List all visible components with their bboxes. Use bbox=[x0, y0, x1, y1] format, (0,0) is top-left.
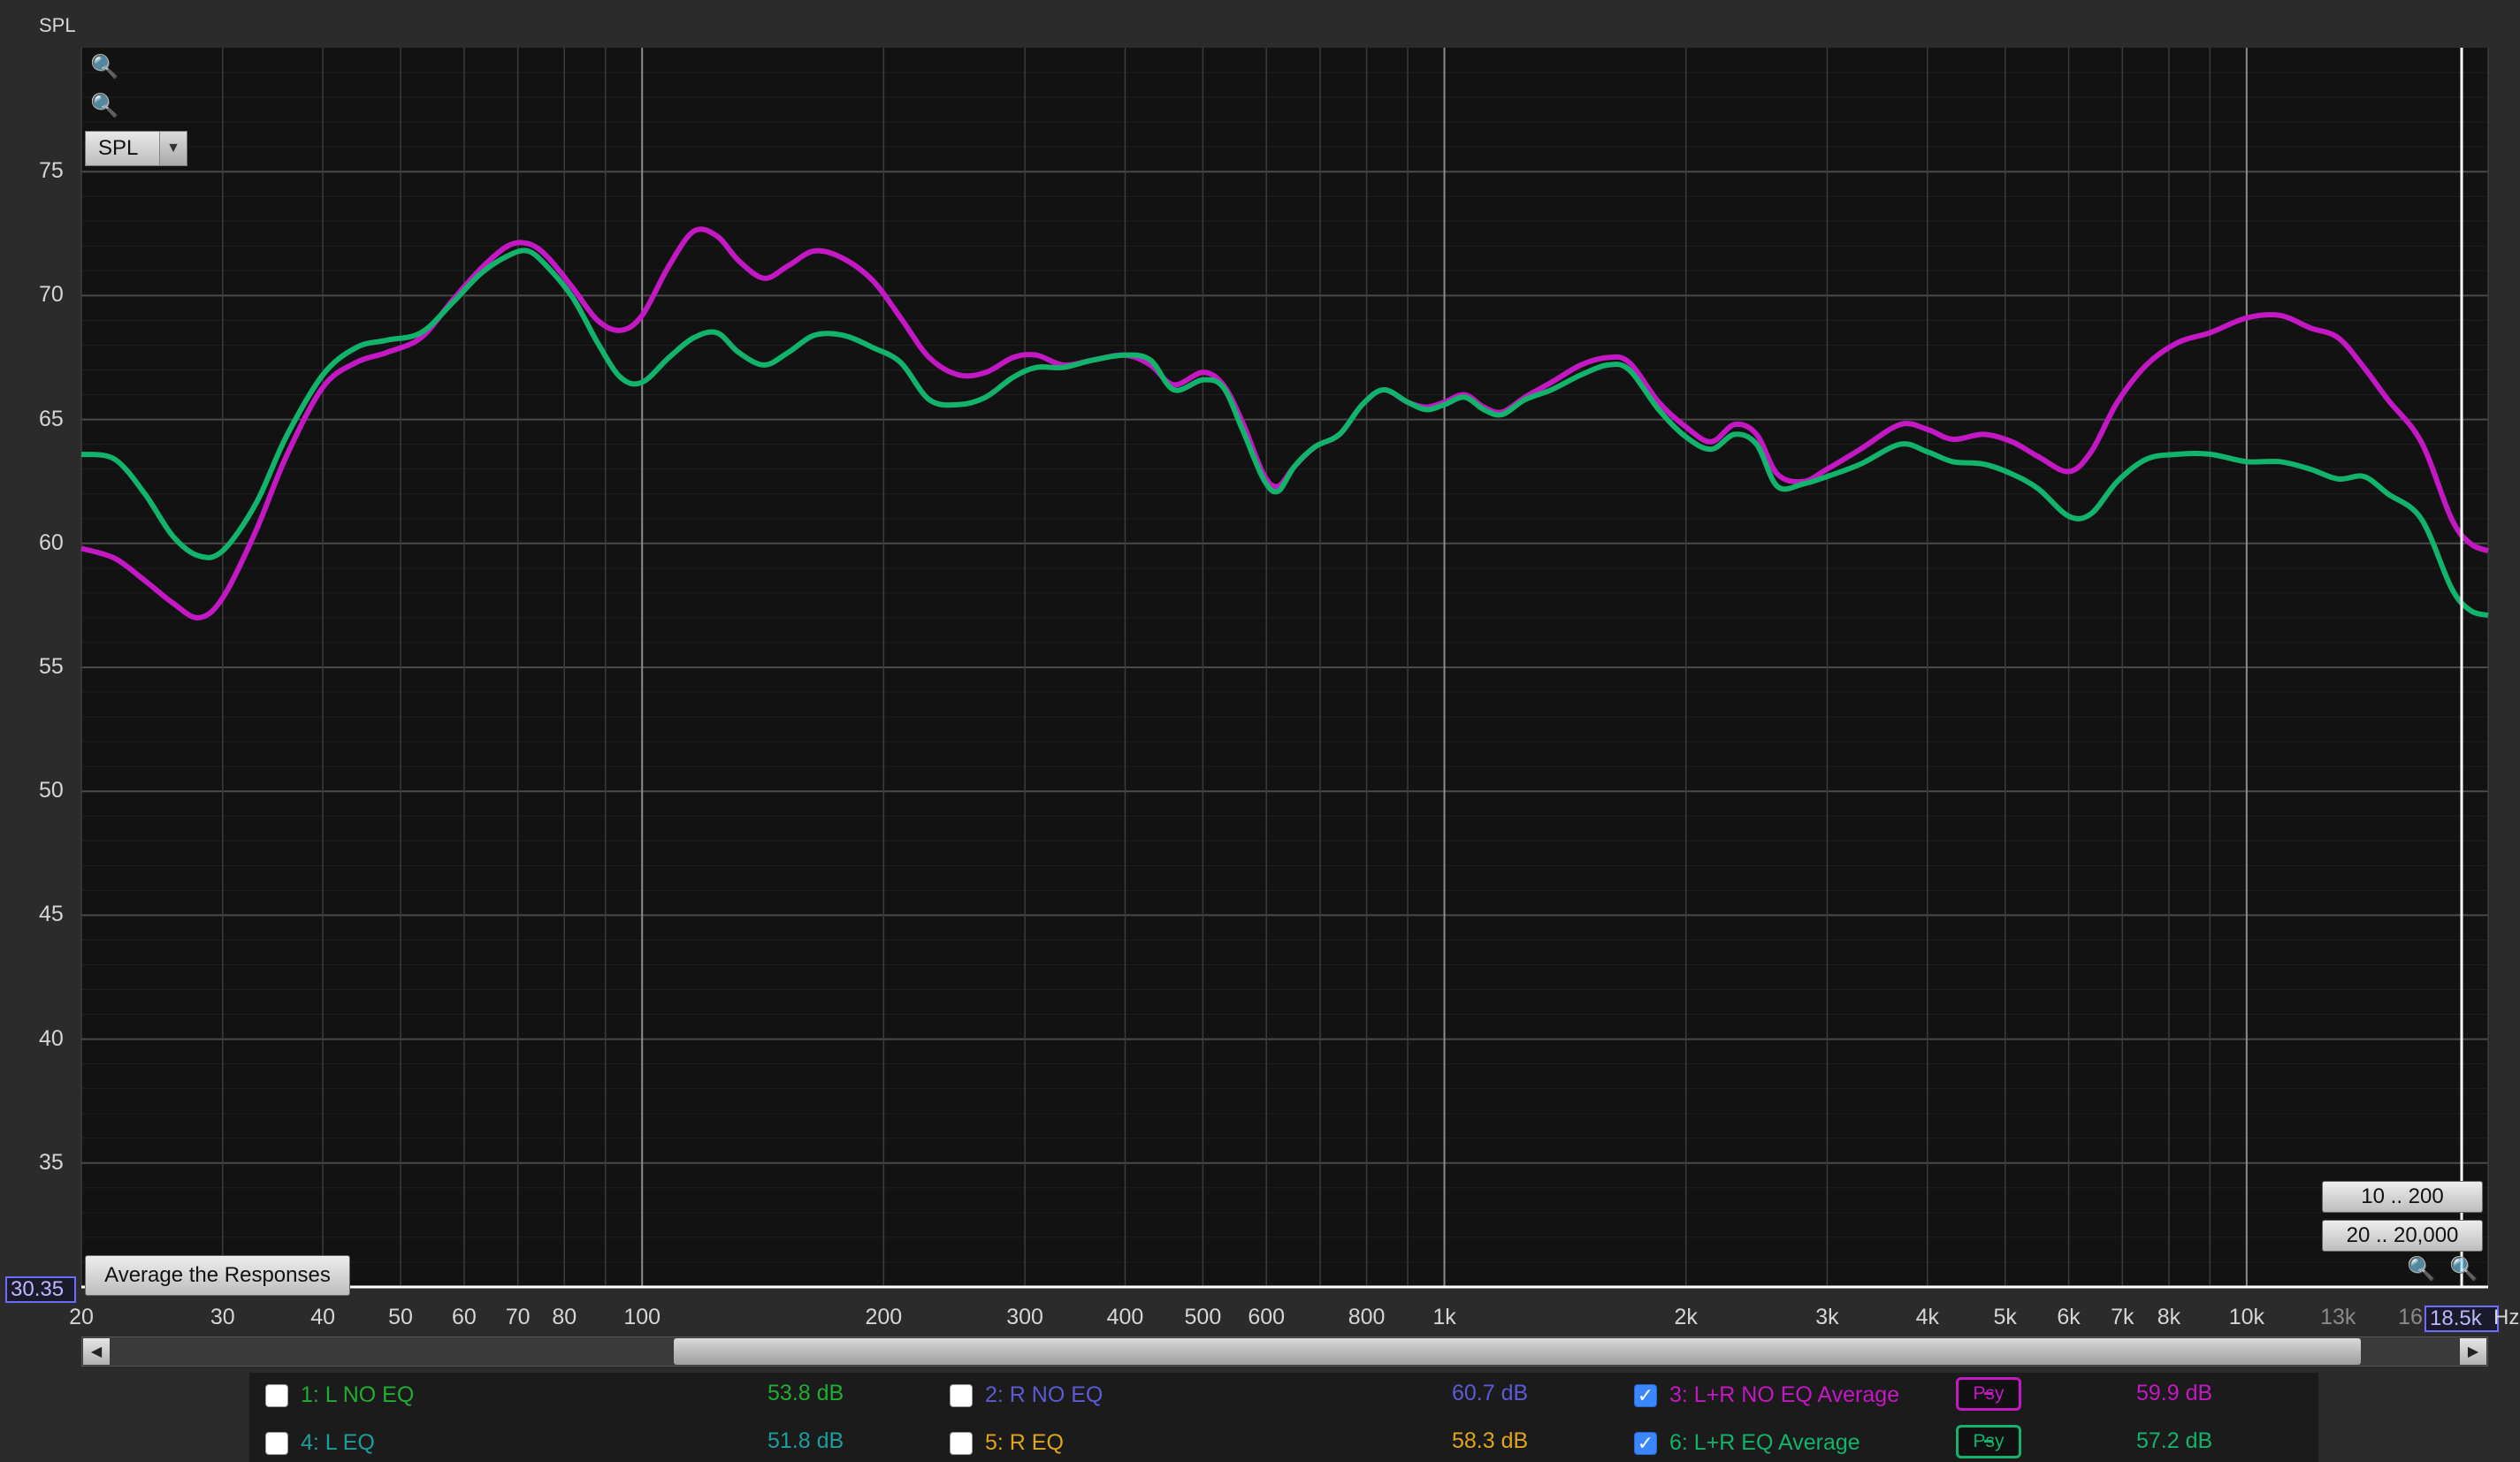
x-zoom-in-icon[interactable]: 🔍 bbox=[2407, 1255, 2435, 1282]
legend-item-4[interactable]: 4: L EQ bbox=[265, 1430, 375, 1456]
y-tick-label: 75 bbox=[39, 158, 64, 184]
select-value: SPL bbox=[98, 136, 139, 160]
x-tick-label: 13k bbox=[2320, 1305, 2356, 1329]
y-tick-label: 55 bbox=[39, 654, 64, 679]
x-tick-label: 2k bbox=[1674, 1305, 1698, 1329]
x-tick-label: 20 bbox=[69, 1305, 94, 1329]
x-tick-label: 10k bbox=[2228, 1305, 2265, 1329]
range-20-20000-button[interactable]: 20 .. 20,000 bbox=[2322, 1220, 2483, 1252]
legend-checkbox-1[interactable] bbox=[265, 1383, 288, 1407]
zoom-in-icon[interactable]: 🔍 bbox=[90, 53, 118, 80]
legend-value: 58.3 dB bbox=[1452, 1428, 1529, 1453]
frequency-response-chart[interactable] bbox=[0, 0, 2520, 1462]
x-tick-label: 6k bbox=[2057, 1305, 2081, 1329]
x-tick-label: 16 bbox=[2398, 1305, 2423, 1329]
legend-value: 59.9 dB bbox=[2136, 1381, 2213, 1405]
y-tick-label: 40 bbox=[39, 1025, 64, 1051]
x-tick-label: 3k bbox=[1815, 1305, 1839, 1329]
x-tick-label: 400 bbox=[1106, 1305, 1144, 1329]
x-axis-unit: Hz bbox=[2493, 1306, 2520, 1329]
x-tick-label: 5k bbox=[1993, 1305, 2017, 1329]
x-tick-label: 4k bbox=[1915, 1305, 1939, 1329]
chevron-down-icon: ▼ bbox=[159, 132, 187, 165]
y-tick-label: 65 bbox=[39, 406, 64, 431]
scroll-left-icon[interactable]: ◀ bbox=[83, 1338, 110, 1365]
legend-value: 57.2 dB bbox=[2136, 1428, 2213, 1453]
y-tick-label: 60 bbox=[39, 529, 64, 555]
y-tick-label: 35 bbox=[39, 1149, 64, 1175]
zoom-out-icon[interactable]: 🔍 bbox=[90, 92, 118, 118]
x-tick-label: 70 bbox=[505, 1305, 531, 1329]
legend-item-1[interactable]: 1: L NO EQ bbox=[265, 1382, 414, 1408]
x-tick-label: 50 bbox=[388, 1305, 413, 1329]
cursor-y-readout[interactable]: 30.35 bbox=[5, 1276, 76, 1303]
legend-value: 53.8 dB bbox=[767, 1381, 844, 1405]
legend-item-5[interactable]: 5: R EQ bbox=[950, 1430, 1064, 1456]
x-tick-label: 7k bbox=[2111, 1305, 2134, 1329]
legend-label: 5: R EQ bbox=[985, 1430, 1064, 1455]
legend-label: 1: L NO EQ bbox=[301, 1382, 415, 1407]
scrollbar-thumb[interactable] bbox=[674, 1338, 2361, 1365]
x-tick-label: 100 bbox=[623, 1305, 661, 1329]
legend-value: 60.7 dB bbox=[1452, 1381, 1529, 1405]
y-tick-label: 70 bbox=[39, 282, 64, 308]
x-tick-label: 500 bbox=[1184, 1305, 1222, 1329]
legend-checkbox-2[interactable] bbox=[950, 1383, 973, 1407]
measurement-type-select[interactable]: SPL ▼ bbox=[85, 131, 187, 166]
x-tick-label: 60 bbox=[452, 1305, 477, 1329]
x-zoom-out-icon[interactable]: 🔍 bbox=[2449, 1255, 2478, 1282]
legend-value: 51.8 dB bbox=[767, 1428, 844, 1453]
legend-item-2[interactable]: 2: R NO EQ bbox=[950, 1382, 1103, 1408]
average-responses-button[interactable]: Average the Responses bbox=[85, 1255, 350, 1296]
x-tick-label: 800 bbox=[1348, 1305, 1386, 1329]
x-tick-label: 200 bbox=[865, 1305, 903, 1329]
y-tick-label: 45 bbox=[39, 902, 64, 927]
x-tick-label: 80 bbox=[552, 1305, 577, 1329]
smoothing-button-6[interactable]: Psy bbox=[1956, 1425, 2021, 1458]
legend-item-3[interactable]: ✓ 3: L+R NO EQ Average bbox=[1634, 1382, 1899, 1408]
x-tick-label: 1k bbox=[1432, 1305, 1456, 1329]
legend-label: 2: R NO EQ bbox=[985, 1382, 1103, 1407]
legend-label: 6: L+R EQ Average bbox=[1669, 1430, 1860, 1455]
y-axis-title: SPL bbox=[39, 14, 76, 36]
scroll-right-icon[interactable]: ▶ bbox=[2460, 1338, 2486, 1365]
range-10-200-button[interactable]: 10 .. 200 bbox=[2322, 1181, 2483, 1213]
cursor-x-readout[interactable]: 18.5k bbox=[2425, 1306, 2499, 1332]
legend-label: 3: L+R NO EQ Average bbox=[1669, 1382, 1900, 1407]
legend-checkbox-5[interactable] bbox=[950, 1431, 973, 1455]
x-tick-label: 40 bbox=[310, 1305, 336, 1329]
x-tick-label: 600 bbox=[1248, 1305, 1286, 1329]
x-tick-label: 30 bbox=[210, 1305, 235, 1329]
legend-item-6[interactable]: ✓ 6: L+R EQ Average bbox=[1634, 1430, 1860, 1456]
y-tick-label: 50 bbox=[39, 778, 64, 803]
legend-label: 4: L EQ bbox=[301, 1430, 375, 1455]
x-tick-label: 300 bbox=[1006, 1305, 1043, 1329]
legend-checkbox-6[interactable]: ✓ bbox=[1634, 1431, 1657, 1455]
legend-checkbox-4[interactable] bbox=[265, 1431, 288, 1455]
x-tick-label: 8k bbox=[2157, 1305, 2181, 1329]
legend-checkbox-3[interactable]: ✓ bbox=[1634, 1383, 1657, 1407]
smoothing-button-3[interactable]: Psy bbox=[1956, 1377, 2021, 1411]
